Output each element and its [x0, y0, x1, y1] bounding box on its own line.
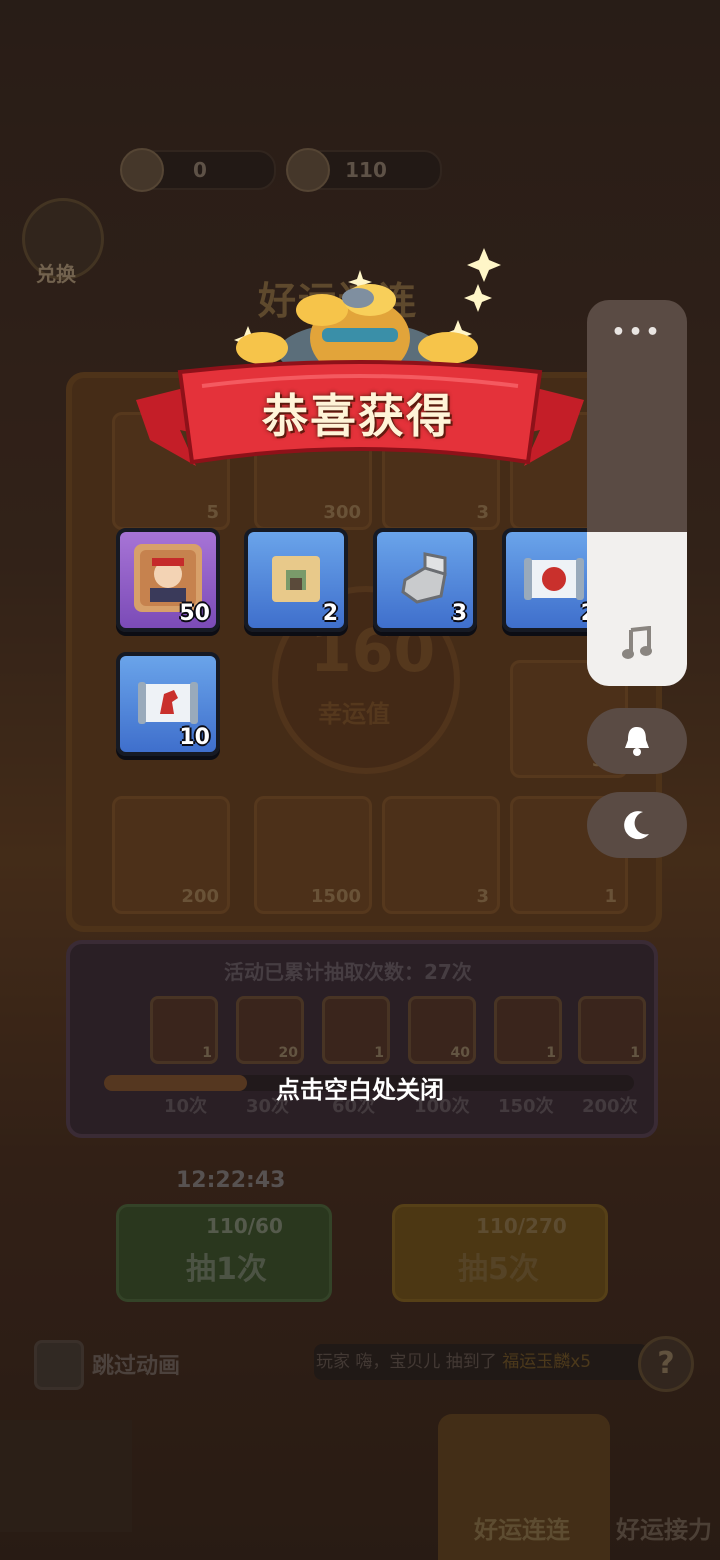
congrats-banner — [136, 248, 584, 466]
map-scroll-icon — [262, 544, 330, 612]
reward-item[interactable]: 50 — [116, 528, 220, 632]
moon-icon — [624, 811, 649, 840]
music-note-icon — [622, 626, 652, 659]
close-hint-text: 点击空白处关闭 — [276, 1076, 444, 1104]
tiger-scroll-icon — [520, 544, 588, 612]
do-not-disturb-button[interactable] — [587, 792, 687, 858]
popup-dim-overlay[interactable] — [0, 0, 720, 1560]
reward-item-qty: 2 — [322, 601, 338, 626]
popup-title: 恭喜获得 — [262, 389, 454, 443]
reward-item-qty: 10 — [179, 725, 210, 750]
reward-item[interactable]: 3 — [373, 528, 477, 632]
reward-item[interactable]: 2 — [244, 528, 348, 632]
more-options-icon[interactable]: ••• — [587, 320, 687, 345]
reward-item[interactable]: 10 — [116, 652, 220, 756]
ring-mode-button[interactable] — [587, 708, 687, 774]
volume-slider-panel[interactable]: ••• — [587, 300, 687, 686]
bell-icon — [625, 727, 649, 756]
reward-item-qty: 50 — [179, 601, 210, 626]
volume-level-fill — [587, 532, 687, 686]
reward-item-qty: 3 — [451, 601, 467, 626]
stone-block-icon — [391, 544, 459, 612]
